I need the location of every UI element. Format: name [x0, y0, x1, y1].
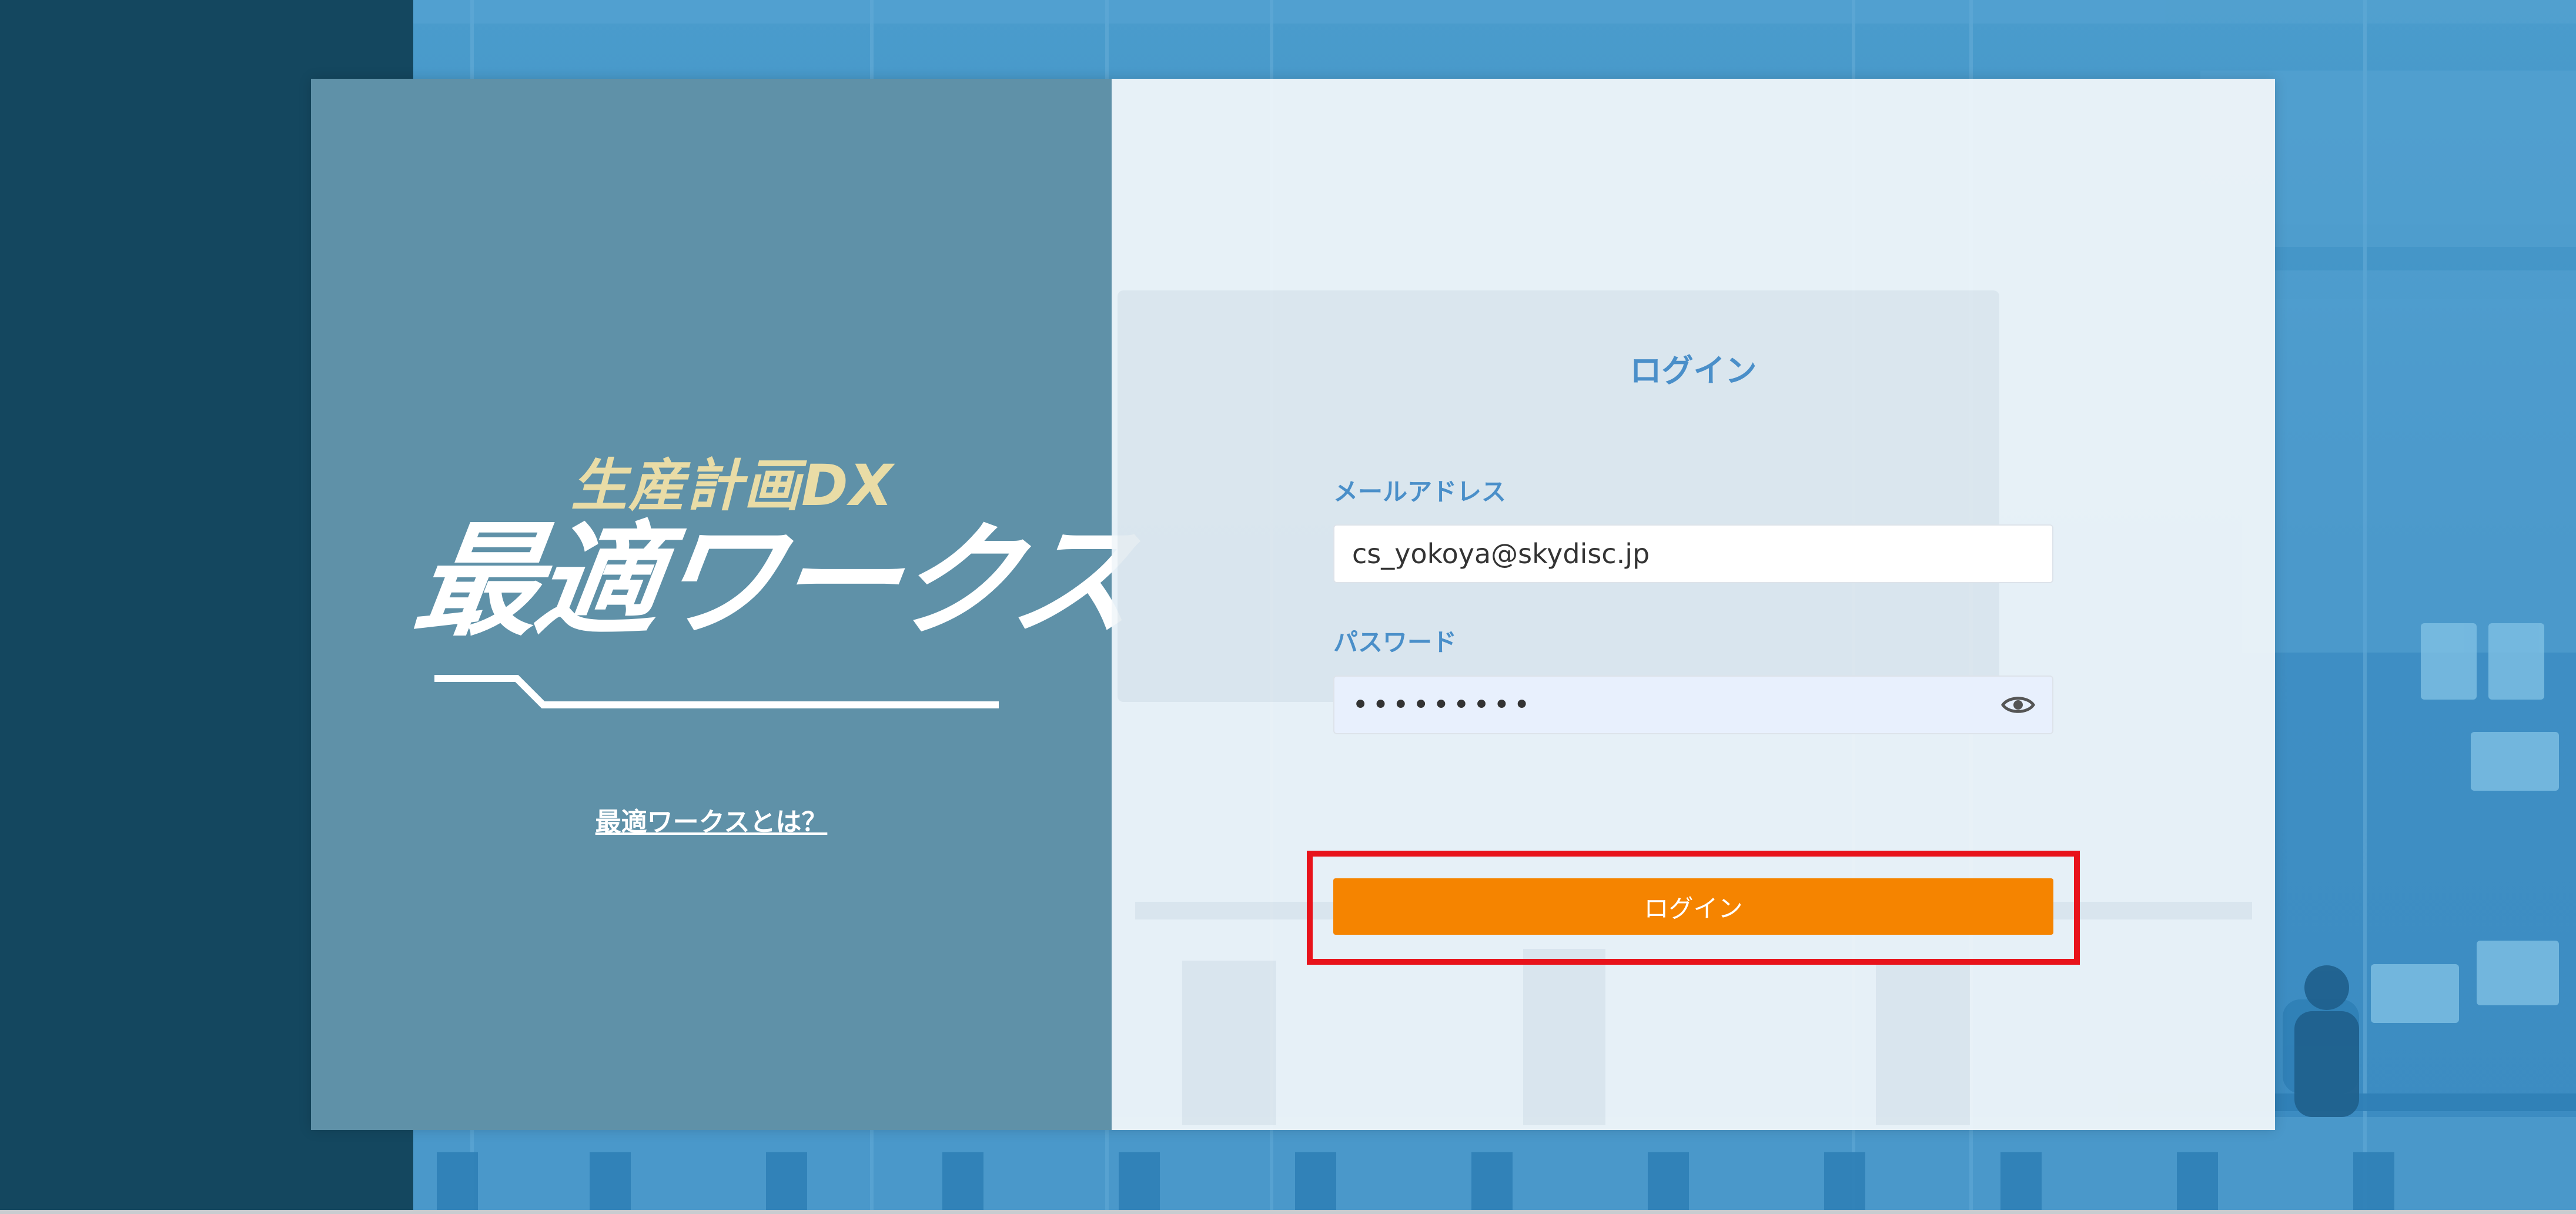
- login-card: 生産計画DX 最適ワークス 最適ワークスとは？ ログイン メールアドレス cs_…: [311, 79, 2275, 1130]
- brand-panel: 生産計画DX 最適ワークス 最適ワークスとは？: [311, 79, 1143, 1130]
- bottom-strip: [0, 1210, 2576, 1214]
- form-title: ログイン: [1630, 352, 1757, 389]
- logo-underline-graphic: [434, 675, 999, 708]
- password-label: パスワード: [1333, 628, 1457, 657]
- product-logo: 生産計画DX 最適ワークス: [407, 454, 1143, 737]
- faint-background-graphic: [1118, 290, 2252, 1125]
- login-button[interactable]: ログイン: [1333, 878, 2053, 935]
- email-input[interactable]: [1333, 524, 2053, 583]
- login-page: 生産計画DX 最適ワークス 最適ワークスとは？ ログイン メールアドレス cs_…: [0, 0, 2576, 1214]
- email-label: メールアドレス: [1333, 477, 1507, 506]
- password-input[interactable]: [1333, 675, 2053, 734]
- about-product-link[interactable]: 最適ワークスとは？: [311, 801, 1112, 838]
- eye-icon[interactable]: [2000, 690, 2036, 720]
- login-panel: ログイン メールアドレス パスワード ログイン: [1112, 79, 2275, 1130]
